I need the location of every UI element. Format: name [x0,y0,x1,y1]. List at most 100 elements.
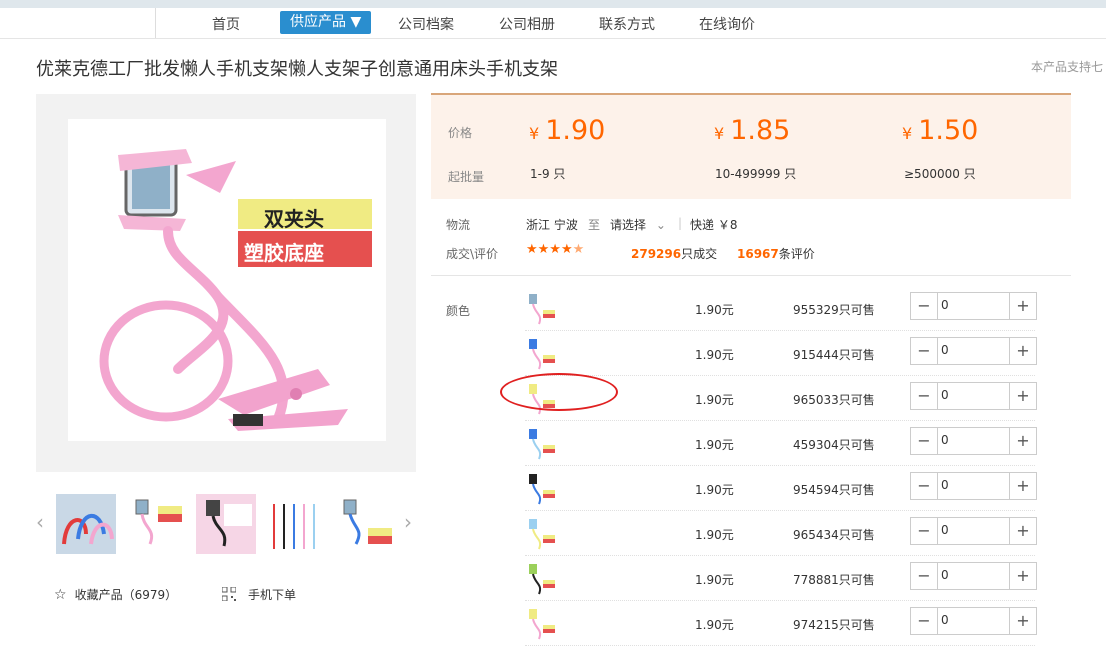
variant-stock: 965434只可售 [793,528,875,542]
variant-thumbnail[interactable] [525,472,559,506]
quantity-input[interactable] [941,386,1001,404]
variant-price: 1.90元 [695,303,734,317]
variant-thumbnail[interactable] [525,607,559,641]
thumbnail-strip: ‹ › [36,490,416,556]
rating-stars: ★★★★★ [526,242,585,257]
variant-thumbnail[interactable] [525,517,559,551]
minus-button[interactable]: − [911,293,938,319]
plus-button[interactable]: + [1009,518,1036,544]
plus-button[interactable]: + [1009,383,1036,409]
quantity-input[interactable] [941,431,1001,449]
quantity-stepper: −+ [910,337,1037,365]
qty-range-2: 10-499999 只 [715,167,797,181]
minus-button[interactable]: − [911,338,938,364]
highlight-circle [500,373,618,411]
quantity-input[interactable] [941,476,1001,494]
thumbnail[interactable] [266,494,326,554]
variant-price: 1.90元 [695,528,734,542]
support-text: 本产品支持七 [1031,60,1104,74]
plus-button[interactable]: + [1009,293,1036,319]
qr-code-icon [221,586,237,602]
ship-to-label: 至 [588,218,601,232]
minus-button[interactable]: − [911,383,938,409]
quantity-stepper: −+ [910,517,1037,545]
quantity-input[interactable] [941,521,1001,539]
product-photo: 双夹头 塑胶底座 [68,119,386,441]
price-tier-3: ¥1.50 [902,115,979,146]
thumbnail[interactable] [336,494,396,554]
moq-label: 起批量 [448,170,485,184]
mobile-order-label: 手机下单 [248,588,297,602]
thumbnail[interactable] [196,494,256,554]
plus-button[interactable]: + [1009,563,1036,589]
quantity-stepper: −+ [910,607,1037,635]
variant-row: 1.90元974215只可售−+ [525,601,1037,646]
main-product-image[interactable]: 双夹头 塑胶底座 [36,94,416,472]
star-outline-icon: ☆ [54,587,67,603]
divider: | [678,216,683,230]
quantity-input[interactable] [941,296,1001,314]
variant-thumbnail[interactable] [525,427,559,461]
price-box: 价格 起批量 ¥1.90 ¥1.85 ¥1.50 1-9 只 10-499999… [431,93,1071,199]
variant-price: 1.90元 [695,393,734,407]
chevron-left-icon[interactable]: ‹ [36,510,44,534]
variant-thumbnail[interactable] [525,292,559,326]
variant-price: 1.90元 [695,483,734,497]
quantity-input[interactable] [941,611,1001,629]
plus-button[interactable]: + [1009,428,1036,454]
variant-row: 1.90元915444只可售−+ [525,331,1037,376]
minus-button[interactable]: − [911,428,938,454]
quantity-stepper: −+ [910,382,1037,410]
logistics-label: 物流 [446,218,471,232]
nav-home[interactable]: 首页 [212,14,240,34]
variant-price: 1.90元 [695,438,734,452]
variant-thumbnail[interactable] [525,562,559,596]
qty-range-3: ≥500000 只 [904,167,976,181]
quantity-input[interactable] [941,341,1001,359]
favorite-label: 收藏产品（6979） [74,588,178,602]
quantity-stepper: −+ [910,472,1037,500]
variant-stock: 954594只可售 [793,483,875,497]
mobile-order-button[interactable]: 手机下单 [221,586,297,603]
variant-row: 1.90元965434只可售−+ [525,511,1037,556]
minus-button[interactable]: − [911,473,938,499]
reviews-count[interactable]: 16967条评价 [737,245,815,262]
thumbnail[interactable] [126,494,186,554]
variant-price: 1.90元 [695,573,734,587]
variant-price: 1.90元 [695,618,734,632]
variant-row: 1.90元955329只可售−+ [525,286,1037,331]
section-divider [431,275,1071,276]
nav-contact[interactable]: 联系方式 [599,14,655,34]
minus-button[interactable]: − [911,608,938,634]
price-tier-2: ¥1.85 [714,115,791,146]
top-nav: 首页 供应产品 ▼ 公司档案 公司相册 联系方式 在线询价 [0,8,1106,39]
color-label: 颜色 [446,304,471,318]
variant-stock: 974215只可售 [793,618,875,632]
nav-inquiry[interactable]: 在线询价 [699,14,755,34]
variant-stock: 915444只可售 [793,348,875,362]
variant-stock: 778881只可售 [793,573,875,587]
quantity-stepper: −+ [910,292,1037,320]
image-label-double-clip: 双夹头 [264,207,324,231]
variant-row: 1.90元459304只可售−+ [525,421,1037,466]
chevron-down-icon: ⌄ [655,218,666,232]
plus-button[interactable]: + [1009,338,1036,364]
minus-button[interactable]: − [911,518,938,544]
variant-stock: 965033只可售 [793,393,875,407]
plus-button[interactable]: + [1009,473,1036,499]
nav-products[interactable]: 供应产品 ▼ [280,11,372,34]
minus-button[interactable]: − [911,563,938,589]
product-title: 优莱克德工厂批发懒人手机支架懒人支架子创意通用床头手机支架 [36,59,558,80]
favorite-product-button[interactable]: ☆ 收藏产品（6979） [54,586,177,603]
express-fee: 快递 ￥8 [690,218,738,232]
destination-select[interactable]: 请选择 ⌄ [610,216,666,233]
chevron-right-icon[interactable]: › [404,510,412,534]
quantity-input[interactable] [941,566,1001,584]
plus-button[interactable]: + [1009,608,1036,634]
nav-company-profile[interactable]: 公司档案 [398,14,454,34]
price-tier-1: ¥1.90 [529,115,606,146]
nav-company-album[interactable]: 公司相册 [499,14,555,34]
thumbnail[interactable] [56,494,116,554]
variant-thumbnail[interactable] [525,337,559,371]
variant-row: 1.90元 778881只可售 − + [525,556,1037,601]
